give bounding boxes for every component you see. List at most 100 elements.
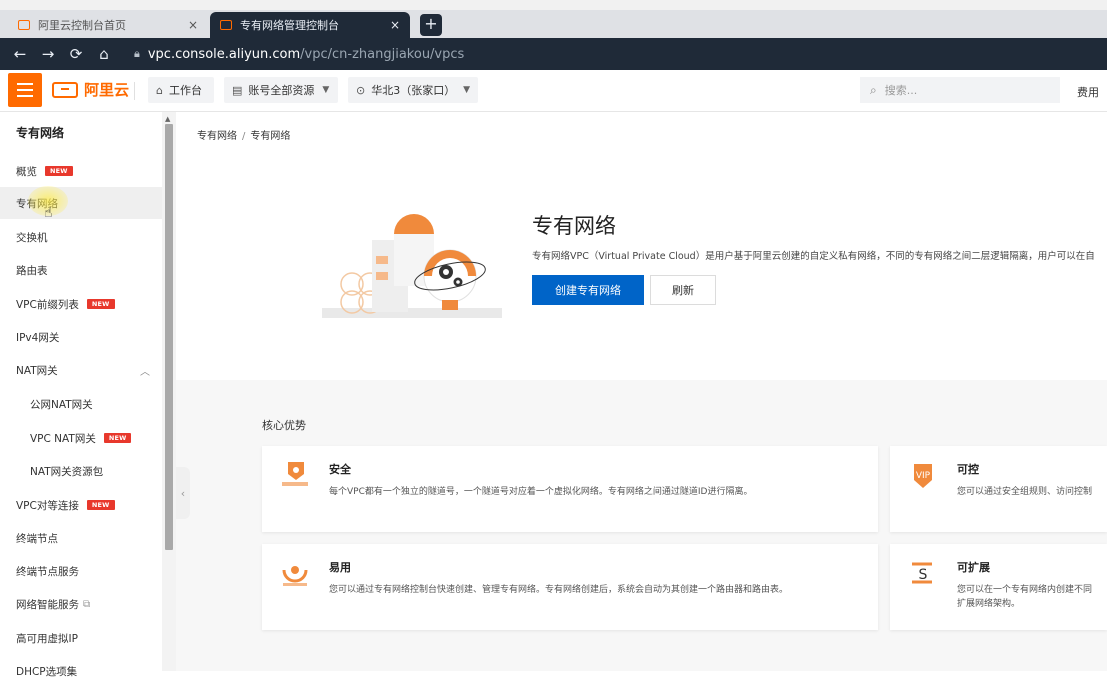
- new-tab-button[interactable]: +: [420, 14, 442, 36]
- new-badge: NEW: [45, 166, 73, 176]
- console-header: 阿里云 ⌂ 工作台 ▤ 账号全部资源 ▼ ⊙ 华北3（张家口） ▼ ⌕ 搜索..…: [0, 70, 1107, 112]
- card-description: 您可以通过专有网络控制台快速创建、管理专有网络。专有网络创建后，系统会自动为其创…: [329, 585, 789, 595]
- browser-tab-console-home[interactable]: 阿里云控制台首页 ×: [8, 12, 208, 38]
- tab-close-icon[interactable]: ×: [188, 18, 198, 32]
- external-link-icon: ⧉: [83, 598, 91, 610]
- main-content: 专有网络 / 专有网络 专有网络 专有网络VPC（Virtual Private C…: [176, 112, 1107, 671]
- sidebar-item-label: 公网NAT网关: [30, 398, 93, 411]
- location-pin-icon: ⊙: [356, 83, 366, 97]
- advantages-title: 核心优势: [262, 419, 306, 432]
- card-description-line: 您可以在一个专有网络内创建不同: [957, 585, 1093, 595]
- tab-title: 阿里云控制台首页: [38, 19, 126, 32]
- aliyun-favicon-icon: [18, 20, 30, 30]
- sidebar-item-nat-gateway[interactable]: NAT网关 ︿: [0, 354, 162, 386]
- sidebar-collapse-button[interactable]: ‹: [176, 467, 190, 519]
- sidebar-item-label: 终端节点: [16, 532, 58, 545]
- browser-tab-vpc-console[interactable]: 专有网络管理控制台 ×: [210, 12, 410, 38]
- chevron-down-icon: ▼: [463, 85, 470, 95]
- aliyun-logo[interactable]: 阿里云: [52, 79, 129, 100]
- scalable-icon: S: [912, 562, 932, 584]
- card-title: 易用: [329, 561, 351, 574]
- fee-menu[interactable]: 费用: [1077, 84, 1099, 100]
- breadcrumb-item-vpc[interactable]: 专有网络: [197, 131, 237, 142]
- card-description: 每个VPC都有一个独立的隧道号，一个隧道号对应着一个虚拟化网络。专有网络之间通过…: [329, 487, 753, 497]
- search-input[interactable]: ⌕ 搜索...: [860, 77, 1060, 103]
- lock-icon[interactable]: 🔒︎: [134, 47, 140, 61]
- forward-arrow-icon[interactable]: →: [34, 45, 62, 63]
- sidebar-item-prefix-list[interactable]: VPC前缀列表 NEW: [0, 288, 162, 320]
- svg-text:VIP: VIP: [916, 471, 931, 481]
- sidebar-item-label: NAT网关: [16, 364, 58, 377]
- sidebar-item-label: 高可用虚拟IP: [16, 632, 78, 645]
- card-title: 可扩展: [957, 561, 990, 574]
- sidebar-title: 专有网络: [16, 126, 65, 140]
- new-badge: NEW: [86, 500, 115, 510]
- security-shield-icon: [282, 462, 308, 486]
- url-path: /vpc/cn-zhangjiakou/vpcs: [300, 46, 465, 62]
- sidebar-item-label: IPv4网关: [16, 331, 60, 344]
- breadcrumb-item-current: 专有网络: [250, 131, 291, 142]
- controllable-vip-icon: VIP: [914, 464, 932, 488]
- tab-close-icon[interactable]: ×: [390, 18, 400, 32]
- sidebar-item-label: NAT网关资源包: [30, 465, 104, 478]
- chevron-up-icon: ︿: [140, 366, 150, 378]
- workbench-button[interactable]: ⌂ 工作台: [148, 77, 214, 103]
- hero-description: 专有网络VPC（Virtual Private Cloud）是用户基于阿里云创建…: [532, 251, 1095, 262]
- account-scope-dropdown[interactable]: ▤ 账号全部资源 ▼: [224, 77, 338, 103]
- hero-title: 专有网络: [532, 214, 616, 238]
- menu-burger-button[interactable]: [8, 73, 42, 107]
- card-description: 您可以在一个专有网络内创建不同 扩展网络架构。: [957, 583, 1092, 611]
- scrollbar-thumb[interactable]: [165, 124, 173, 550]
- sidebar-item-vpc-peering[interactable]: VPC对等连接 NEW: [0, 489, 162, 521]
- sidebar-item-vpc[interactable]: 专有网络: [0, 187, 162, 219]
- breadcrumb-separator: /: [242, 131, 246, 142]
- sidebar-item-label: 终端节点服务: [16, 565, 79, 578]
- aliyun-logo-icon: [52, 81, 78, 98]
- aliyun-favicon-icon: [220, 20, 232, 30]
- resource-list-icon: ▤: [232, 83, 243, 97]
- sidebar-item-route-table[interactable]: 路由表: [0, 254, 162, 286]
- sidebar-item-vpc-nat[interactable]: VPC NAT网关 NEW: [0, 422, 162, 454]
- advantage-card-scalable: S 可扩展 您可以在一个专有网络内创建不同 扩展网络架构。: [890, 544, 1107, 630]
- tab-title: 专有网络管理控制台: [240, 19, 339, 32]
- region-dropdown[interactable]: ⊙ 华北3（张家口） ▼: [348, 77, 478, 103]
- card-description-line: 扩展网络架构。: [957, 599, 1021, 609]
- vpc-hero-illustration: [322, 214, 502, 318]
- chevron-left-icon: ‹: [180, 486, 186, 500]
- browser-tab-bar: 阿里云控制台首页 × 专有网络管理控制台 ×: [0, 10, 1107, 38]
- sidebar-item-label: VPC NAT网关: [30, 432, 96, 445]
- sidebar-item-label: 网络智能服务: [16, 598, 79, 611]
- back-arrow-icon[interactable]: ←: [6, 45, 34, 63]
- url-field[interactable]: vpc.console.aliyun.com/vpc/cn-zhangjiako…: [148, 47, 464, 62]
- sidebar-item-nat-package[interactable]: NAT网关资源包: [0, 455, 162, 487]
- sidebar-item-label: 路由表: [16, 264, 48, 277]
- home-icon[interactable]: ⌂: [90, 45, 118, 63]
- screen-top-edge: [0, 0, 1107, 10]
- sidebar-item-overview[interactable]: 概览 NEW: [0, 155, 162, 187]
- search-icon: ⌕: [870, 82, 877, 97]
- advantage-card-controllable: VIP 可控 您可以通过安全组规则、访问控制: [890, 446, 1107, 532]
- sidebar-scrollbar[interactable]: ▲: [162, 112, 176, 671]
- sidebar-item-label: 交换机: [16, 231, 48, 244]
- reload-icon[interactable]: ⟳: [62, 45, 90, 63]
- create-vpc-button[interactable]: 创建专有网络: [532, 275, 644, 305]
- advantage-card-easy-to-use: 易用 您可以通过专有网络控制台快速创建、管理专有网络。专有网络创建后，系统会自动…: [262, 544, 878, 630]
- sidebar-item-vswitch[interactable]: 交换机: [0, 221, 162, 253]
- sidebar-item-havip[interactable]: 高可用虚拟IP: [0, 622, 162, 654]
- new-badge: NEW: [86, 299, 115, 309]
- easy-use-icon: [282, 566, 308, 586]
- sidebar-item-endpoint[interactable]: 终端节点: [0, 522, 162, 554]
- sidebar-item-ipv4-gateway[interactable]: IPv4网关: [0, 321, 162, 353]
- card-title: 可控: [957, 463, 979, 476]
- sidebar-item-public-nat[interactable]: 公网NAT网关: [0, 388, 162, 420]
- sidebar-item-dhcp[interactable]: DHCP选项集: [0, 655, 162, 687]
- scroll-up-arrow-icon[interactable]: ▲: [165, 115, 170, 123]
- card-description: 您可以通过安全组规则、访问控制: [957, 487, 1093, 497]
- refresh-button[interactable]: 刷新: [650, 275, 716, 305]
- sidebar-item-network-intelligence[interactable]: 网络智能服务 ⧉: [0, 588, 162, 620]
- browser-address-bar: ← → ⟳ ⌂ 🔒︎ vpc.console.aliyun.com/vpc/cn…: [0, 38, 1107, 70]
- sidebar-item-endpoint-service[interactable]: 终端节点服务: [0, 555, 162, 587]
- url-host: vpc.console.aliyun.com: [147, 46, 301, 62]
- advantage-card-security: 安全 每个VPC都有一个独立的隧道号，一个隧道号对应着一个虚拟化网络。专有网络之…: [262, 446, 878, 532]
- sidebar-item-label: VPC前缀列表: [16, 298, 79, 311]
